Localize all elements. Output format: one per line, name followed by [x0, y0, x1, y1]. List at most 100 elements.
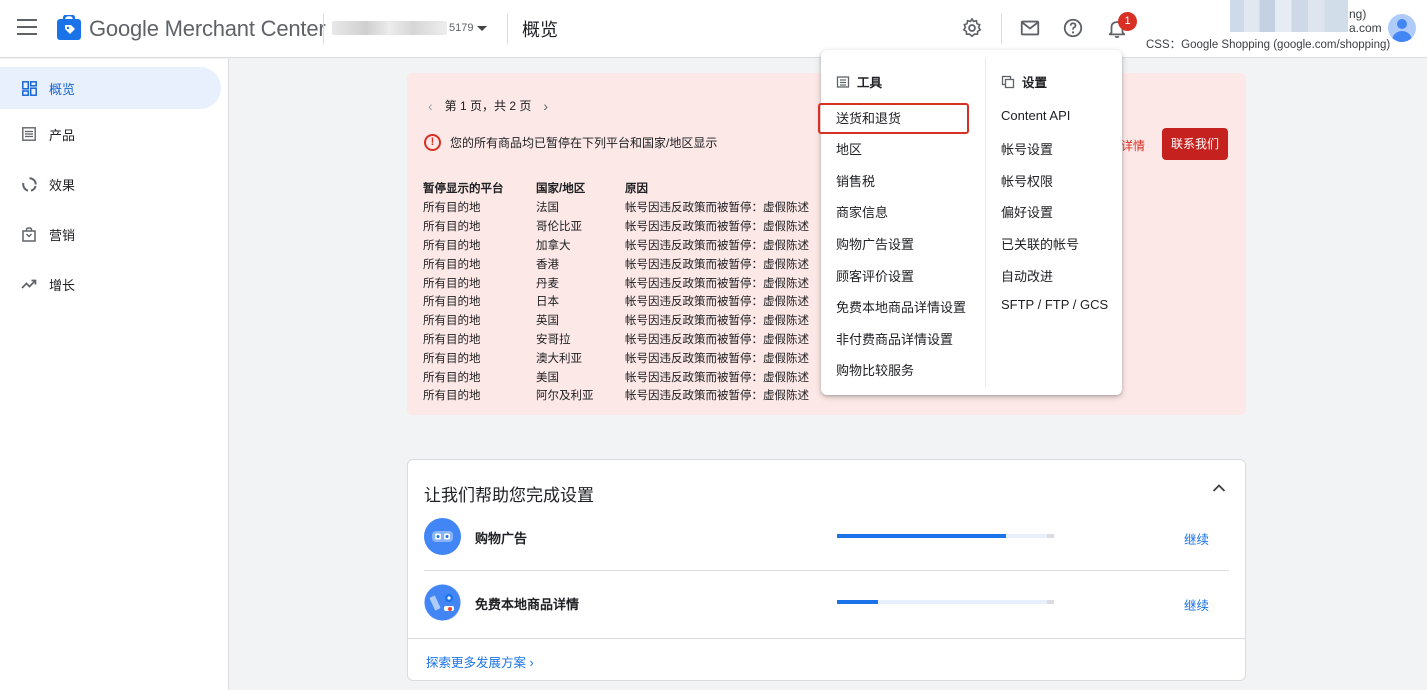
menu-item-setting[interactable]: 帐号权限	[1001, 171, 1053, 190]
menu-item-setting[interactable]: Content API	[1001, 108, 1070, 123]
column-header: 暂停显示的平台	[423, 183, 504, 195]
menu-item-tool[interactable]: 地区	[836, 139, 862, 158]
contact-us-button[interactable]: 联系我们	[1162, 128, 1228, 160]
table-cell: 帐号因违反政策而被暂停：虚假陈述	[625, 258, 809, 271]
table-cell: 帐号因违反政策而被暂停：虚假陈述	[625, 277, 809, 290]
table-row: 所有目的地 法国 帐号因违反政策而被暂停：虚假陈述	[423, 198, 825, 217]
divider	[985, 58, 986, 387]
tools-section-header: 工具	[836, 72, 882, 91]
divider	[507, 14, 508, 44]
trend-icon	[21, 276, 37, 292]
table-cell: 哥伦比亚	[536, 221, 582, 234]
details-link[interactable]: 详情	[1121, 137, 1145, 154]
suspension-table: 暂停显示的平台 国家/地区 原因 所有目的地 法国 帐号因违反政策而被暂停：虚假陈述…	[423, 178, 825, 405]
table-cell: 帐号因违反政策而被暂停：虚假陈述	[625, 352, 809, 365]
menu-item-tool[interactable]: 销售税	[836, 171, 875, 190]
menu-item-tool[interactable]: 非付费商品详情设置	[836, 329, 953, 348]
chevron-left-icon[interactable]: ‹	[428, 98, 433, 114]
table-cell: 所有目的地	[423, 221, 481, 234]
table-cell: 所有目的地	[423, 296, 481, 309]
sidebar-item-label: 产品	[49, 127, 76, 143]
tools-icon	[836, 75, 850, 88]
settings-dropdown-menu: 工具 设置 送货和退货 地区 销售税 商家信息 购物广告设置 顾客评价设置 免费本地商品详情…	[821, 50, 1122, 395]
sidebar-item-marketing[interactable]: 营销	[0, 213, 221, 255]
gear-icon[interactable]	[961, 17, 983, 39]
sidebar: 概览 产品 效果 营销 增长	[0, 59, 229, 690]
user-email-fragment: a.com	[1349, 21, 1382, 35]
explore-link[interactable]: 探索更多发展方案 ›	[426, 652, 534, 671]
css-label: CSS：Google Shopping (google.com/shopping…	[1146, 39, 1391, 51]
avatar[interactable]	[1388, 14, 1416, 42]
table-cell: 帐号因违反政策而被暂停：虚假陈述	[625, 333, 809, 346]
menu-item-tool[interactable]: 顾客评价设置	[836, 266, 914, 285]
account-id[interactable]: 5179	[449, 22, 473, 34]
notification-badge: 1	[1118, 12, 1137, 31]
tools-title: 工具	[857, 76, 883, 90]
table-cell: 日本	[536, 296, 559, 309]
table-row: 所有目的地 澳大利亚 帐号因违反政策而被暂停：虚假陈述	[423, 348, 825, 367]
bag-icon	[21, 226, 37, 242]
donut-icon	[21, 176, 37, 192]
divider	[323, 14, 324, 44]
account-name-redacted[interactable]	[332, 21, 447, 35]
setup-row-label: 购物广告	[475, 531, 528, 546]
table-cell: 帐号因违反政策而被暂停：虚假陈述	[625, 239, 809, 252]
mail-icon[interactable]	[1019, 17, 1041, 39]
menu-item-setting[interactable]: 已关联的帐号	[1001, 234, 1079, 253]
menu-item-tool[interactable]: 免费本地商品详情设置	[836, 297, 966, 316]
table-row: 所有目的地 哥伦比亚 帐号因违反政策而被暂停：虚假陈述	[423, 217, 825, 236]
setup-card-title: 让我们帮助您完成设置	[424, 486, 594, 505]
setup-card: 让我们帮助您完成设置 购物广告 继续 免费本地商品详情 继续 探索更多发展方案 …	[407, 459, 1246, 681]
menu-item-setting[interactable]: SFTP / FTP / GCS	[1001, 297, 1108, 312]
progress-fill	[837, 600, 879, 604]
table-cell: 所有目的地	[423, 352, 481, 365]
copy-settings-icon	[1001, 75, 1015, 88]
menu-item-tool[interactable]: 购物比较服务	[836, 360, 914, 379]
table-row: 所有目的地 美国 帐号因违反政策而被暂停：虚假陈述	[423, 367, 825, 386]
sidebar-item-products[interactable]: 产品	[0, 113, 221, 155]
chevron-right-icon: ›	[529, 656, 534, 670]
table-cell: 所有目的地	[423, 333, 481, 346]
alert-message: ! 您的所有商品均已暂停在下列平台和国家/地区显示	[424, 134, 717, 151]
sidebar-item-performance[interactable]: 效果	[0, 163, 221, 205]
settings-section-header: 设置	[1001, 72, 1047, 91]
setup-row-label: 免费本地商品详情	[475, 597, 580, 612]
menu-item-setting[interactable]: 帐号设置	[1001, 139, 1053, 158]
divider	[408, 638, 1245, 639]
top-bar: Google Merchant Center 5179 概览 1 ng) a.c…	[0, 0, 1427, 58]
column-header: 国家/地区	[536, 183, 586, 195]
menu-item-setting[interactable]: 偏好设置	[1001, 202, 1053, 221]
explore-link-text: 探索更多发展方案	[426, 656, 527, 670]
menu-item-tool[interactable]: 购物广告设置	[836, 234, 914, 253]
chevron-up-icon[interactable]	[1212, 481, 1226, 495]
menu-icon[interactable]	[17, 19, 37, 35]
divider	[1001, 14, 1002, 44]
table-cell: 所有目的地	[423, 277, 481, 290]
chevron-right-icon[interactable]: ›	[543, 98, 548, 114]
user-name-fragment: ng)	[1349, 7, 1367, 21]
table-cell: 帐号因违反政策而被暂停：虚假陈述	[625, 296, 809, 309]
local-listings-icon	[424, 584, 461, 621]
table-cell: 加拿大	[536, 239, 571, 252]
menu-item-setting[interactable]: 自动改进	[1001, 266, 1053, 285]
continue-link[interactable]: 继续	[1184, 529, 1209, 548]
sidebar-item-overview[interactable]: 概览	[0, 67, 221, 109]
error-icon: !	[424, 134, 441, 151]
account-dropdown-icon[interactable]	[477, 26, 487, 31]
table-row: 所有目的地 日本 帐号因违反政策而被暂停：虚假陈述	[423, 292, 825, 311]
table-cell: 所有目的地	[423, 390, 481, 403]
sidebar-item-growth[interactable]: 增长	[0, 263, 221, 305]
setup-row-shopping-ads: 购物广告 继续	[424, 505, 1229, 571]
continue-link[interactable]: 继续	[1184, 595, 1209, 614]
table-cell: 帐号因违反政策而被暂停：虚假陈述	[625, 202, 809, 215]
table-cell: 帐号因违反政策而被暂停：虚假陈述	[625, 390, 809, 403]
menu-item-tool[interactable]: 商家信息	[836, 202, 888, 221]
table-row: 所有目的地 香港 帐号因违反政策而被暂停：虚假陈述	[423, 254, 825, 273]
column-header: 原因	[625, 183, 648, 195]
table-row: 所有目的地 加拿大 帐号因违反政策而被暂停：虚假陈述	[423, 236, 825, 255]
table-cell: 英国	[536, 315, 559, 328]
progress-fill	[837, 534, 1007, 538]
help-icon[interactable]	[1062, 17, 1084, 39]
table-row: 所有目的地 阿尔及利亚 帐号因违反政策而被暂停：虚假陈述	[423, 386, 825, 405]
table-cell: 帐号因违反政策而被暂停：虚假陈述	[625, 221, 809, 234]
